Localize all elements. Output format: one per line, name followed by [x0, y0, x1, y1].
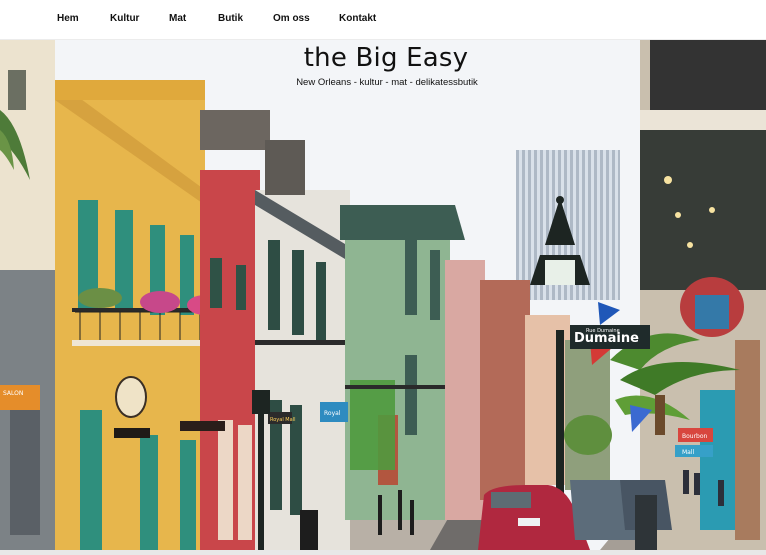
street-sign-small: Rue Dumaine: [586, 328, 620, 334]
hero-banner: SALON Royal Mall Dumaine Rue Dumaine Bou…: [0, 40, 766, 550]
salon-sign: SALON: [3, 390, 23, 397]
nav-item-butik[interactable]: Butik: [218, 13, 243, 24]
nav-item-hem[interactable]: Hem: [57, 13, 79, 24]
nav-item-om-oss[interactable]: Om oss: [273, 13, 310, 24]
hero-subtitle: New Orleans - kultur - mat - delikatessb…: [296, 77, 478, 88]
nav-item-kultur[interactable]: Kultur: [110, 13, 139, 24]
hero-street-illustration: SALON Royal Mall Dumaine Rue Dumaine Bou…: [0, 40, 766, 550]
hero-title: the Big Easy: [303, 43, 469, 73]
bottom-strip: [0, 550, 766, 555]
royal-blue-sign: Royal: [324, 410, 341, 417]
royal-sign: Royal Mall: [270, 417, 295, 423]
right-balcony-building: [640, 40, 766, 550]
parked-cars: [478, 480, 672, 550]
nav-item-kontakt[interactable]: Kontakt: [339, 13, 376, 24]
yellow-building: [55, 80, 205, 550]
mall-sign: Mall: [682, 449, 695, 456]
bourbon-sign: Bourbon: [682, 433, 708, 440]
nav-item-mat[interactable]: Mat: [169, 13, 186, 24]
top-navigation: Hem Kultur Mat Butik Om oss Kontakt: [0, 0, 766, 40]
